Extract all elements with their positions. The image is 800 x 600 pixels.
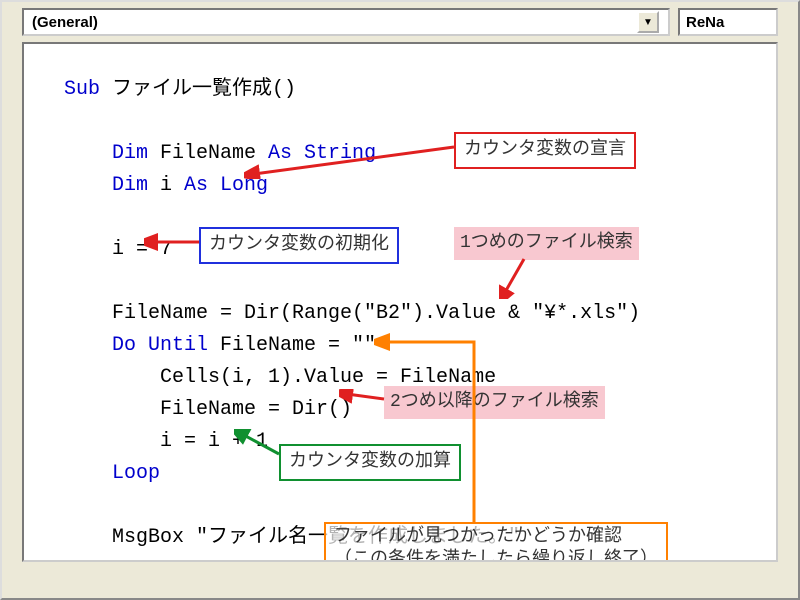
chevron-down-icon[interactable]: ▼ [637, 11, 659, 33]
procedure-dropdown-label: ReNa [686, 14, 724, 31]
annotation-file-found: ファイルが見つかったかどうか確認 （この条件を満たしたら繰り返し終了） [324, 522, 668, 562]
editor-window: (General) ▼ ReNa Sub ファイル一覧作成() Dim File… [0, 0, 800, 600]
blank-line [64, 266, 746, 298]
annotation-counter-init: カウンタ変数の初期化 [199, 227, 399, 264]
code-line: Do Until FileName = "" [64, 330, 746, 362]
blank-line [64, 490, 746, 522]
annotation-counter-declaration: カウンタ変数の宣言 [454, 132, 636, 169]
blank-line [64, 106, 746, 138]
code-pane[interactable]: Sub ファイル一覧作成() Dim FileName As String Di… [22, 42, 778, 562]
code-line: Dim FileName As String [64, 138, 746, 170]
code-line: FileName = Dir(Range("B2").Value & "¥*.x… [64, 298, 746, 330]
annotation-next-search: 2つめ以降のファイル検索 [384, 386, 605, 419]
code-line: Sub ファイル一覧作成() [64, 74, 746, 106]
procedure-dropdown[interactable]: ReNa [678, 8, 778, 36]
code-line: i = 7 [64, 234, 746, 266]
object-dropdown[interactable]: (General) ▼ [22, 8, 670, 36]
code-line: Dim i As Long [64, 170, 746, 202]
blank-line [64, 202, 746, 234]
object-dropdown-label: (General) [32, 14, 98, 31]
annotation-first-search: 1つめのファイル検索 [454, 227, 639, 260]
annotation-counter-add: カウンタ変数の加算 [279, 444, 461, 481]
toolbar: (General) ▼ ReNa [2, 2, 798, 42]
